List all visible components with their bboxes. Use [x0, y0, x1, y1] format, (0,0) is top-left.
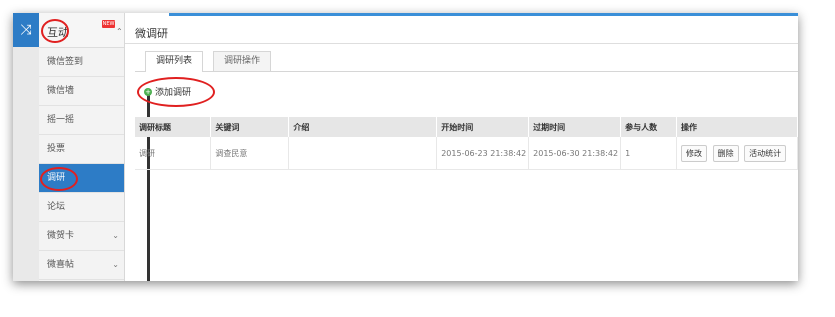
divider	[125, 43, 798, 44]
sidebar-item-label: 摇一摇	[47, 115, 75, 125]
sidebar-item-label: 微喜帖	[47, 260, 75, 270]
page-title: 微调研	[135, 27, 168, 40]
chevron-down-icon: ⌄	[112, 231, 119, 240]
column-header: 过期时间	[528, 117, 622, 137]
chevron-down-icon: ⌄	[112, 260, 119, 269]
cell-intro	[288, 137, 438, 170]
column-header: 介绍	[288, 117, 438, 137]
cell-actions: 修改 删除 活动统计	[676, 137, 798, 170]
shuffle-icon[interactable]: ⤨	[13, 13, 39, 47]
chevron-up-icon: ⌃	[116, 27, 123, 36]
table-row: 调研 调查民意 2015-06-23 21:38:42 2015-06-30 2…	[135, 137, 798, 170]
sidebar-item-vote[interactable]: 投票	[39, 135, 124, 164]
annotation-circle	[41, 19, 69, 43]
stats-button[interactable]: 活动统计	[744, 144, 787, 162]
column-header: 参与人数	[620, 117, 678, 137]
tab-bar: 调研列表 调研操作	[135, 51, 798, 72]
cell-keyword: 调查民意	[210, 137, 290, 170]
delete-button[interactable]: 删除	[712, 144, 739, 162]
new-badge: NEW	[102, 20, 115, 28]
sidebar-item-wall[interactable]: 微信墙	[39, 77, 124, 106]
column-header: 调研标题	[135, 117, 212, 137]
main-content: 微调研 调研列表 调研操作 + 添加调研 调研标题 关键词 介绍 开始时间 过期…	[125, 13, 798, 281]
cell-title: 调研	[135, 137, 212, 170]
table-header-row: 调研标题 关键词 介绍 开始时间 过期时间 参与人数 操作	[135, 117, 798, 137]
cell-start-time: 2015-06-23 21:38:42	[436, 137, 530, 170]
app-window: ⤨ 互动 NEW ⌃ 微信签到 微信墙 摇一摇 投票 调研 论坛 微贺卡 ⌄ 微喜…	[13, 13, 798, 281]
accent-line	[169, 13, 798, 16]
survey-table: 调研标题 关键词 介绍 开始时间 过期时间 参与人数 操作 调研 调查民意 20…	[135, 117, 798, 170]
cell-end-time: 2015-06-30 21:38:42	[528, 137, 622, 170]
column-header: 关键词	[210, 117, 290, 137]
sidebar-item-label: 投票	[47, 144, 66, 154]
sidebar-item-invitation[interactable]: 微喜帖 ⌄	[39, 251, 124, 280]
annotation-circle	[137, 77, 215, 107]
sidebar-group-interaction[interactable]: 互动 NEW ⌃	[39, 13, 124, 48]
sidebar-item-survey[interactable]: 调研	[39, 164, 124, 193]
sidebar: 互动 NEW ⌃ 微信签到 微信墙 摇一摇 投票 调研 论坛 微贺卡 ⌄ 微喜帖 ⌄	[39, 13, 150, 281]
sidebar-item-card[interactable]: 微贺卡 ⌄	[39, 222, 124, 251]
sidebar-item-label: 微信签到	[47, 57, 84, 67]
edit-button[interactable]: 修改	[681, 144, 708, 162]
sidebar-item-label: 微信墙	[47, 86, 75, 96]
sidebar-item-shake[interactable]: 摇一摇	[39, 106, 124, 135]
icon-rail: ⤨	[13, 13, 39, 281]
cell-participants: 1	[620, 137, 678, 170]
sidebar-item-checkin[interactable]: 微信签到	[39, 48, 124, 77]
column-header: 操作	[676, 117, 798, 137]
sidebar-item-label: 微贺卡	[47, 231, 75, 241]
annotation-circle	[40, 167, 78, 191]
sidebar-item-forum[interactable]: 论坛	[39, 193, 124, 222]
sidebar-item-label: 论坛	[47, 202, 66, 212]
column-header: 开始时间	[436, 117, 530, 137]
tab-survey-list[interactable]: 调研列表	[145, 51, 203, 72]
tab-survey-operation[interactable]: 调研操作	[213, 51, 271, 71]
